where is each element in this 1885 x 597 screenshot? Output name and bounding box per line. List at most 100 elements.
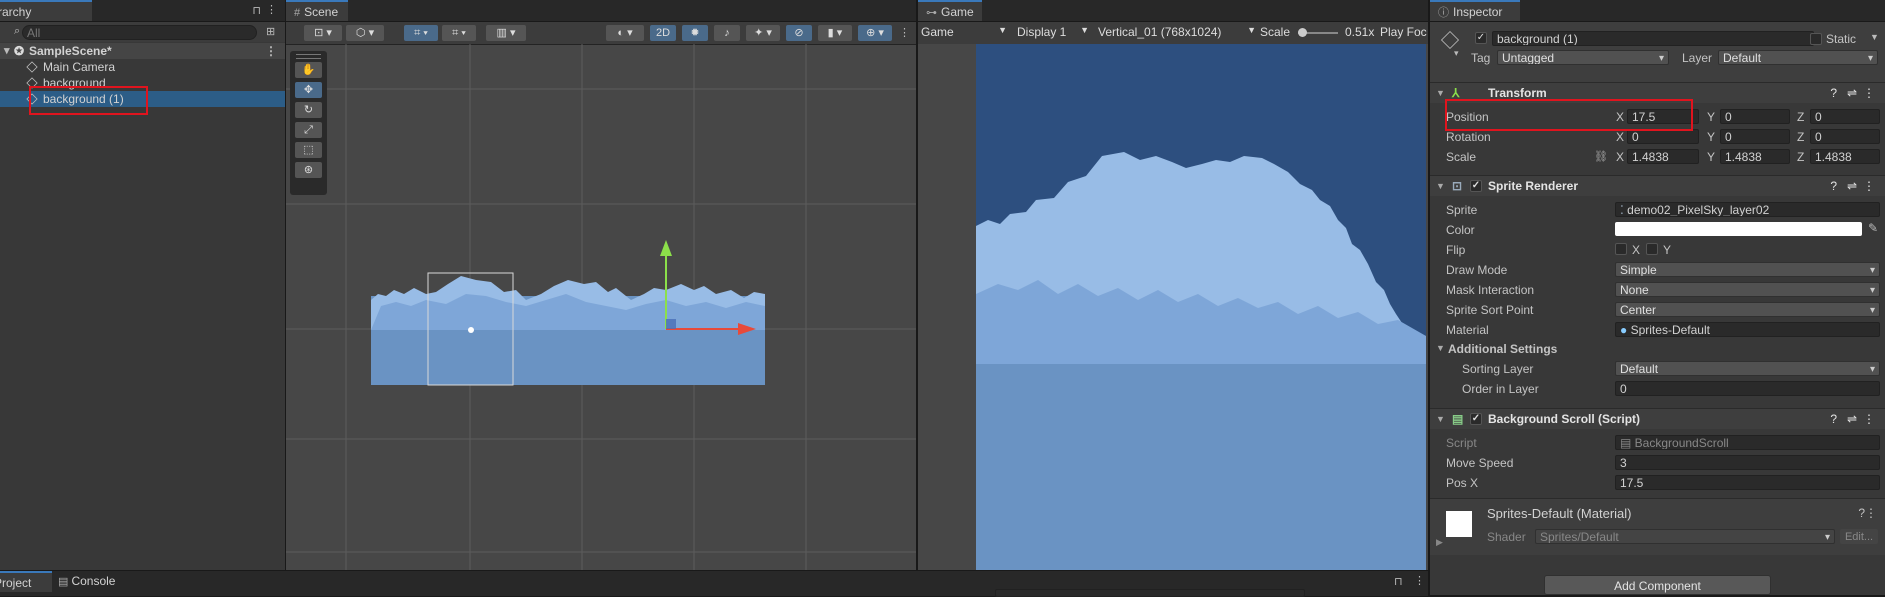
increment-snap-icon[interactable]: ⌗ ▾ bbox=[442, 25, 476, 41]
draw-mode-dropdown[interactable]: Simple bbox=[1615, 262, 1880, 277]
background-scroll-header[interactable]: ▼ ▤ ✓ Background Scroll (Script) ? ⇌ ⋮ bbox=[1430, 408, 1885, 429]
add-component-button[interactable]: Add Component bbox=[1544, 575, 1771, 595]
effects-icon[interactable]: ✦ ▾ bbox=[746, 25, 780, 41]
palette-drag-handle[interactable] bbox=[296, 54, 321, 59]
display-dropdown[interactable]: Display 1 ▼ bbox=[1017, 25, 1091, 39]
preset-icon[interactable]: ⇌ bbox=[1847, 83, 1857, 103]
help-icon[interactable]: ? bbox=[1830, 409, 1837, 429]
transform-tool-icon[interactable]: ⊛ bbox=[295, 162, 322, 178]
tag-dropdown[interactable]: Untagged bbox=[1497, 50, 1669, 65]
color-swatch[interactable] bbox=[1615, 222, 1862, 236]
resolution-dropdown[interactable]: Vertical_01 (768x1024) ▼ bbox=[1098, 25, 1258, 39]
scale-z-field[interactable]: 1.4838 bbox=[1810, 149, 1880, 164]
hand-tool-icon[interactable]: ✋ bbox=[295, 62, 322, 78]
preset-icon[interactable]: ⇌ bbox=[1847, 176, 1857, 196]
tab-hierarchy[interactable]: Hierarchy bbox=[0, 0, 92, 21]
sorting-layer-dropdown[interactable]: Default bbox=[1615, 361, 1880, 376]
align-icon[interactable]: ▥ ▾ bbox=[486, 25, 526, 41]
scale-y-field[interactable]: 1.4838 bbox=[1720, 149, 1790, 164]
help-icon[interactable]: ? bbox=[1858, 506, 1865, 520]
component-menu-icon[interactable]: ⋮ bbox=[1865, 506, 1877, 520]
expand-arrow-icon[interactable]: ▾ bbox=[4, 43, 10, 59]
tab-scene[interactable]: # Scene bbox=[286, 0, 348, 21]
tab-inspector[interactable]: ⓘ Inspector bbox=[1430, 0, 1520, 21]
tab-project[interactable]: Project bbox=[0, 571, 52, 592]
layer-dropdown[interactable]: Default bbox=[1718, 50, 1878, 65]
static-checkbox[interactable] bbox=[1810, 33, 1822, 45]
flip-x-checkbox[interactable] bbox=[1615, 243, 1627, 255]
hidden-objects-icon[interactable]: ⊘ bbox=[786, 25, 812, 41]
component-menu-icon[interactable]: ⋮ bbox=[1863, 409, 1875, 429]
object-name-field[interactable]: background (1) bbox=[1492, 31, 1814, 46]
preset-icon[interactable]: ⇌ bbox=[1847, 409, 1857, 429]
hierarchy-search-input[interactable]: All bbox=[22, 25, 257, 40]
help-icon[interactable]: ? bbox=[1830, 83, 1837, 103]
rotation-y-field[interactable]: 0 bbox=[1720, 129, 1790, 144]
material-field[interactable]: ● Sprites-Default bbox=[1615, 322, 1880, 337]
scene-viewport[interactable] bbox=[286, 44, 916, 570]
hierarchy-item-main-camera[interactable]: Main Camera bbox=[0, 59, 285, 75]
pos-x-field[interactable]: 17.5 bbox=[1615, 475, 1880, 490]
rotation-z-field[interactable]: 0 bbox=[1810, 129, 1880, 144]
search-options-icon[interactable]: ⊞ bbox=[266, 25, 275, 38]
lock-icon[interactable]: ⊓ bbox=[1394, 575, 1403, 588]
fold-arrow-icon[interactable]: ▼ bbox=[1436, 409, 1445, 429]
fold-arrow-icon[interactable]: ▼ bbox=[1436, 343, 1445, 353]
order-in-layer-field[interactable]: 0 bbox=[1615, 381, 1880, 396]
sprite-sort-point-dropdown[interactable]: Center bbox=[1615, 302, 1880, 317]
sprite-renderer-header[interactable]: ▼ ⊡ ✓ Sprite Renderer ? ⇌ ⋮ bbox=[1430, 175, 1885, 196]
sprite-field[interactable]: ⁚ demo02_PixelSky_layer02 bbox=[1615, 202, 1880, 217]
tool-handle-position-icon[interactable]: ⊡ ▾ bbox=[304, 25, 342, 41]
component-menu-icon[interactable]: ⋮ bbox=[1863, 83, 1875, 103]
play-focused-dropdown[interactable]: Play Foc bbox=[1380, 25, 1427, 39]
mask-interaction-dropdown[interactable]: None bbox=[1615, 282, 1880, 297]
expand-arrow-icon[interactable]: ▶ bbox=[1436, 537, 1443, 548]
scale-tool-icon[interactable]: ⤢ bbox=[295, 122, 322, 138]
component-menu-icon[interactable]: ⋮ bbox=[1863, 176, 1875, 196]
shader-edit-button[interactable]: Edit... bbox=[1840, 529, 1878, 544]
scene-menu-icon[interactable]: ⋮ bbox=[265, 43, 277, 59]
scene-row[interactable]: ▾ ✪ SampleScene* ⋮ bbox=[0, 43, 285, 59]
gizmos-icon[interactable]: ⊕ ▾ bbox=[858, 25, 892, 41]
camera-icon[interactable]: ▮ ▾ bbox=[818, 25, 852, 41]
background-scroll-enabled-checkbox[interactable]: ✓ bbox=[1470, 413, 1482, 425]
more-icon[interactable]: ⋮ bbox=[1414, 574, 1425, 587]
move-speed-field[interactable]: 3 bbox=[1615, 455, 1880, 470]
position-y-field[interactable]: 0 bbox=[1720, 109, 1790, 124]
rotation-x-field[interactable]: 0 bbox=[1627, 129, 1699, 144]
active-checkbox[interactable]: ✓ bbox=[1475, 32, 1487, 44]
tab-game[interactable]: ⊶ Game bbox=[918, 0, 982, 21]
gizmo-center-handle[interactable] bbox=[666, 319, 676, 329]
sprite-renderer-enabled-checkbox[interactable]: ✓ bbox=[1470, 180, 1482, 192]
tab-console[interactable]: ▤ Console bbox=[52, 571, 121, 592]
lighting-icon[interactable]: ✹ bbox=[682, 25, 708, 41]
more-icon[interactable]: ⋮ bbox=[899, 26, 910, 39]
fold-arrow-icon[interactable]: ▼ bbox=[1436, 83, 1445, 103]
more-icon[interactable]: ⋮ bbox=[266, 3, 277, 16]
help-icon[interactable]: ? bbox=[1830, 176, 1837, 196]
additional-settings-label[interactable]: Additional Settings bbox=[1448, 342, 1557, 356]
chevron-down-icon[interactable]: ▼ bbox=[1870, 32, 1879, 42]
scale-slider-thumb[interactable] bbox=[1298, 28, 1307, 37]
project-search-input[interactable] bbox=[995, 589, 1305, 597]
shading-mode-icon[interactable]: ◐ ▾ bbox=[606, 25, 644, 41]
eyedropper-icon[interactable]: ✎ bbox=[1868, 221, 1878, 235]
global-local-icon[interactable]: ⬡ ▾ bbox=[346, 25, 384, 41]
gizmo-y-arrow-icon[interactable] bbox=[660, 240, 672, 256]
rotate-tool-icon[interactable]: ↻ bbox=[295, 102, 322, 118]
move-tool-icon[interactable]: ✥ bbox=[295, 82, 322, 98]
constrain-proportions-icon[interactable]: ⛓ bbox=[1594, 150, 1608, 163]
position-z-field[interactable]: 0 bbox=[1810, 109, 1880, 124]
fold-arrow-icon[interactable]: ▼ bbox=[1436, 176, 1445, 196]
flip-y-checkbox[interactable] bbox=[1646, 243, 1658, 255]
game-mode-dropdown[interactable]: Game ▼ bbox=[921, 25, 1009, 39]
toggle-2d-button[interactable]: 2D bbox=[650, 25, 676, 41]
cloud-sprite[interactable] bbox=[371, 276, 765, 385]
grid-snap-icon[interactable]: ⌗ ▾ bbox=[404, 25, 438, 41]
scale-x-field[interactable]: 1.4838 bbox=[1627, 149, 1699, 164]
audio-icon[interactable]: ♪ bbox=[714, 25, 740, 41]
chevron-down-icon[interactable]: ▾ bbox=[1454, 48, 1459, 59]
lock-icon[interactable]: ⊓ bbox=[252, 4, 261, 17]
rect-tool-icon[interactable]: ⬚ bbox=[295, 142, 322, 158]
scale-slider[interactable] bbox=[1298, 28, 1338, 37]
